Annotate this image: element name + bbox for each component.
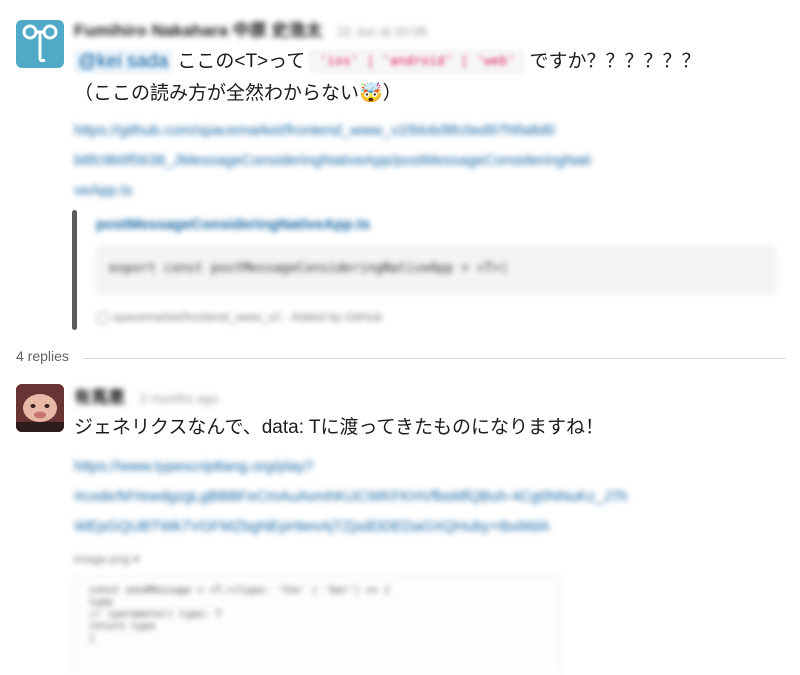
author-name[interactable]: 有馬恵 <box>74 388 125 407</box>
message-line-1: @kei sada ここの<T>って 'ios' | 'android' | '… <box>74 46 701 74</box>
message-text: ですか？？？？？？ <box>529 51 701 72</box>
image-code-line: type <box>89 597 114 608</box>
attachment-footer: ◯ spacemarket/frontend_www_v2 · Added by… <box>96 310 382 324</box>
message-meta: 有馬恵 2 months ago <box>74 383 219 408</box>
github-icon: ◯ <box>96 310 113 324</box>
attachment-footer-text: spacemarket/frontend_www_v2 · Added by G… <box>112 310 383 324</box>
avatar[interactable] <box>16 20 64 68</box>
image-code-line: } <box>89 633 96 644</box>
replies-count: 4 replies <box>16 348 83 364</box>
replies-divider: 4 replies <box>16 348 786 368</box>
attachment-code-snippet: export const postMessageConsideringNativ… <box>96 246 776 294</box>
link-unfurl-attachment: postMessageConsideringNativeApp.ts expor… <box>72 210 782 330</box>
user-mention[interactable]: @kei sada <box>74 50 173 73</box>
image-code-line: const sendMessage = <T,>(type: 'foo' | '… <box>89 585 391 596</box>
reply-text: ジェネリクスなんで、data: Tに渡ってきたものになりますね！ <box>74 417 605 438</box>
message-meta: Fumihiro Nakahara 中原 史浩太 22 Jun at 20:08 <box>74 16 427 41</box>
attachment-title[interactable]: postMessageConsideringNativeApp.ts <box>96 216 370 233</box>
image-attachment-preview[interactable]: const sendMessage = <T,>(type: 'foo' | '… <box>74 576 560 675</box>
image-attachment-label[interactable]: image.png ▾ <box>74 552 139 566</box>
message-link[interactable]: https://www.typescriptlang.org/play? <box>74 458 313 475</box>
message-link[interactable]: b6fc9b0f5638_JMessageConsideringNativeAp… <box>74 152 591 169</box>
timestamp[interactable]: 2 months ago <box>140 391 219 406</box>
avatar-logo-icon <box>22 24 58 63</box>
message-link[interactable]: #code/MYewdgzgLgBBBFeCmAuAvmhKiJCWKFKHVf… <box>74 488 628 505</box>
message-link[interactable]: veApp.ts <box>74 182 132 199</box>
message-text: ここの<T>って <box>177 51 306 72</box>
message-link[interactable]: https://github.com/spacemarket/frontend_… <box>74 122 555 139</box>
image-code-line: // (parameter) type: T <box>89 609 222 620</box>
attachment-bar <box>72 210 77 330</box>
image-code-line: return type <box>89 621 156 632</box>
message-link[interactable]: WEpGQUBTWk7VGFMZbgNEpHtenAjTZjsdDDEDaGXQ… <box>74 518 550 535</box>
inline-code: 'ios' | 'android' | 'web' <box>310 50 525 74</box>
avatar-photo-icon <box>16 384 64 432</box>
message-line-2: （ここの読み方が全然わからない🤯） <box>74 83 402 104</box>
timestamp[interactable]: 22 Jun at 20:08 <box>337 24 427 39</box>
avatar[interactable] <box>16 384 64 432</box>
author-name[interactable]: Fumihiro Nakahara 中原 史浩太 <box>74 21 322 40</box>
divider-rule <box>16 358 786 359</box>
